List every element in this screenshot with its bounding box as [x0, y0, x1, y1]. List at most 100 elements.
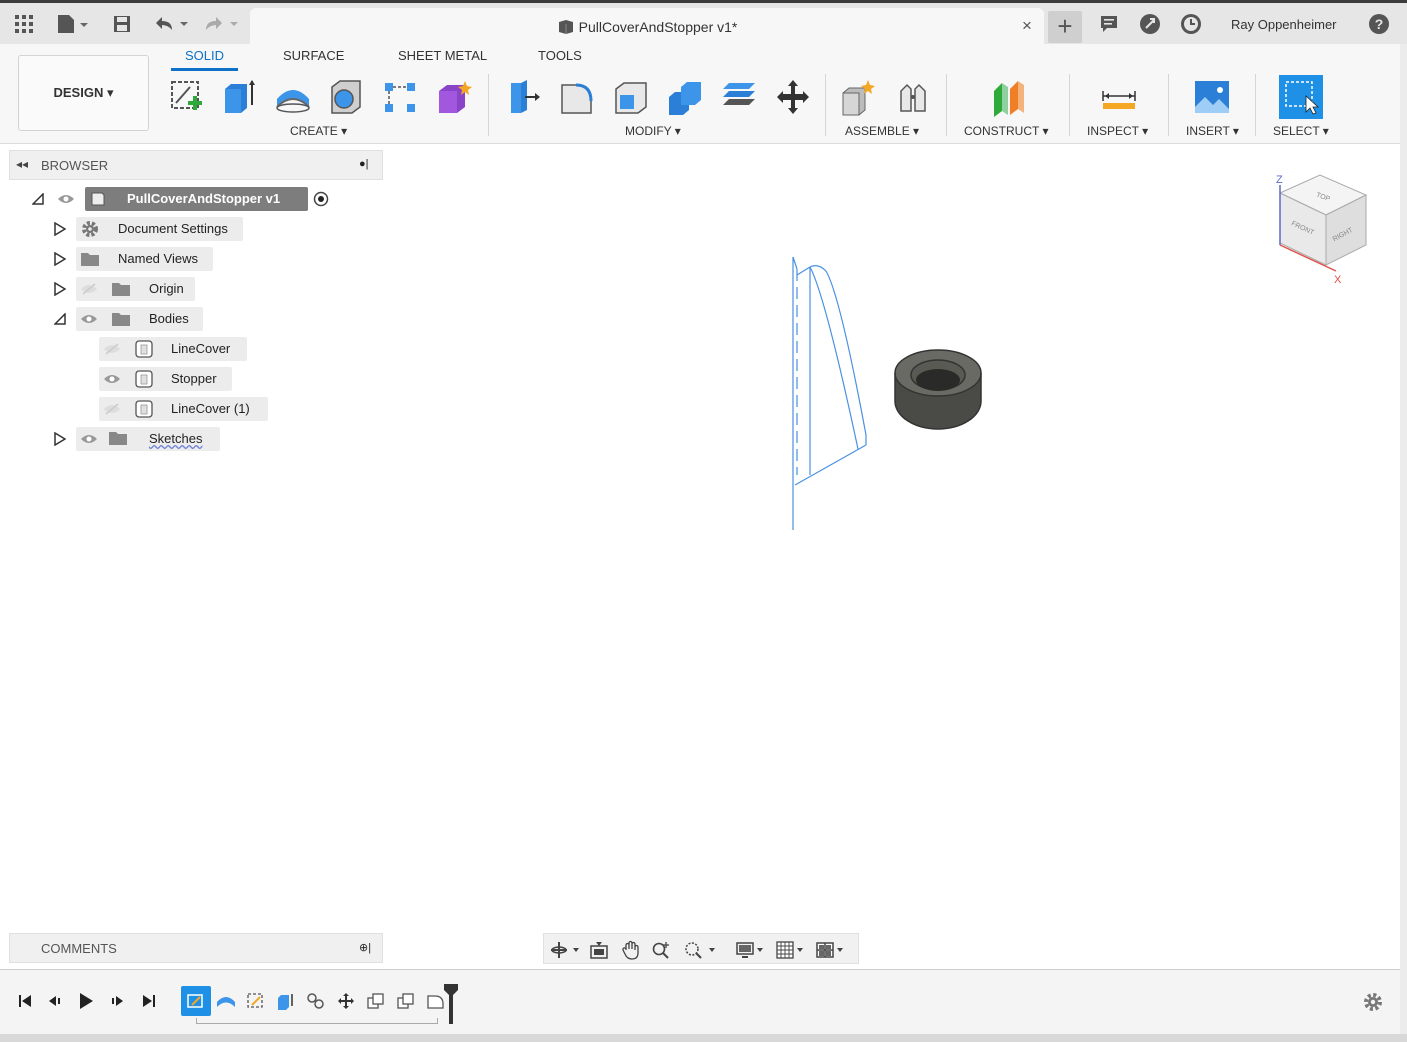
create-menu[interactable]: CREATE ▾ — [290, 124, 347, 138]
add-comment-icon[interactable]: ⊕| — [359, 941, 371, 954]
visibility-eye-icon[interactable] — [102, 370, 122, 388]
document-title-text: PullCoverAndStopper v1* — [578, 19, 738, 35]
look-at-icon[interactable] — [588, 939, 610, 961]
inspect-menu[interactable]: INSPECT ▾ — [1087, 124, 1148, 138]
new-tab-button[interactable]: + — [1048, 11, 1082, 43]
comments-title: COMMENTS — [41, 941, 117, 956]
timeline-settings-gear-icon[interactable] — [1361, 990, 1385, 1014]
close-tab-icon[interactable]: × — [1016, 15, 1038, 37]
tab-sheet-metal[interactable]: SHEET METAL — [398, 48, 487, 63]
timeline-feature-sketch[interactable] — [245, 990, 267, 1012]
browser-panel-header[interactable]: ◂◂ BROWSER ●| — [9, 150, 383, 180]
expanded-arrow-icon[interactable] — [53, 311, 67, 327]
expanded-arrow-icon[interactable] — [31, 191, 45, 207]
timeline-feature-extrude[interactable] — [275, 990, 297, 1012]
modify-menu[interactable]: MODIFY ▾ — [625, 124, 681, 138]
combine-icon[interactable] — [662, 74, 708, 120]
construct-menu[interactable]: CONSTRUCT ▾ — [964, 124, 1048, 138]
workspace-design-button[interactable]: DESIGN ▾ — [18, 55, 149, 131]
orbit-icon[interactable] — [548, 939, 582, 961]
timeline-feature-revolve[interactable] — [215, 990, 237, 1012]
extrude-icon[interactable] — [216, 74, 262, 120]
collapsed-arrow-icon[interactable] — [53, 431, 67, 447]
timeline-marker[interactable] — [444, 984, 458, 1024]
revolve-icon[interactable] — [270, 74, 316, 120]
insert-menu[interactable]: INSERT ▾ — [1186, 124, 1239, 138]
divider — [1255, 74, 1256, 136]
job-status-icon[interactable] — [1138, 12, 1162, 36]
view-cube: Z X TOP FRONT RIGHT — [1276, 174, 1368, 286]
zoom-icon[interactable] — [650, 939, 672, 961]
collapsed-arrow-icon[interactable] — [53, 281, 67, 297]
select-icon[interactable] — [1278, 74, 1324, 120]
user-account-name[interactable]: Ray Oppenheimer — [1231, 17, 1337, 32]
pattern-icon[interactable] — [377, 74, 423, 120]
clock-icon[interactable] — [1179, 12, 1203, 36]
redo-icon[interactable] — [200, 12, 244, 36]
display-settings-icon[interactable] — [734, 939, 768, 961]
tab-solid[interactable]: SOLID — [170, 48, 239, 71]
go-to-end-icon[interactable] — [139, 990, 159, 1012]
collapsed-arrow-icon[interactable] — [53, 251, 67, 267]
activate-radio-icon[interactable] — [311, 190, 331, 208]
timeline-feature-combine[interactable] — [365, 990, 387, 1012]
body-icon — [133, 369, 155, 389]
toolbar-ribbon: SOLID SURFACE SHEET METAL TOOLS DESIGN ▾… — [0, 44, 1407, 144]
step-forward-icon[interactable] — [107, 990, 127, 1012]
move-copy-icon[interactable] — [770, 74, 816, 120]
create-sketch-icon[interactable] — [163, 74, 209, 120]
divider — [1168, 74, 1169, 136]
assemble-menu[interactable]: ASSEMBLE ▾ — [845, 124, 919, 138]
tree-label-stopper: Stopper — [171, 371, 217, 386]
tab-surface[interactable]: SURFACE — [283, 48, 344, 63]
notifications-icon[interactable] — [1097, 12, 1121, 36]
timeline-feature-move[interactable] — [335, 990, 357, 1012]
panel-pin-icon[interactable]: ●| — [359, 158, 369, 170]
body-icon — [133, 399, 155, 419]
tree-label-sketches: Sketches — [149, 431, 203, 446]
pan-hand-icon[interactable] — [620, 939, 642, 961]
undo-icon[interactable] — [150, 12, 194, 36]
hidden-eye-icon[interactable] — [79, 280, 99, 298]
timeline-feature-sketch-selected[interactable] — [181, 986, 211, 1016]
viewports-icon[interactable] — [814, 939, 848, 961]
offset-plane-icon[interactable] — [985, 74, 1031, 120]
insert-image-icon[interactable] — [1189, 74, 1235, 120]
timeline-feature-joint[interactable] — [305, 990, 327, 1012]
tree-label-named-views: Named Views — [118, 251, 198, 266]
select-menu[interactable]: SELECT ▾ — [1273, 124, 1329, 138]
document-tab[interactable]: PullCoverAndStopper v1* × — [250, 8, 1044, 47]
divider — [825, 74, 826, 136]
visibility-eye-icon[interactable] — [79, 430, 99, 448]
help-icon[interactable]: ? — [1367, 12, 1391, 36]
offset-face-icon[interactable] — [716, 74, 762, 120]
joint-icon[interactable] — [890, 74, 936, 120]
create-form-icon[interactable] — [431, 74, 477, 120]
document-title: PullCoverAndStopper v1* — [250, 19, 1044, 38]
visibility-eye-icon[interactable] — [56, 190, 76, 208]
viewcube-axis-x: X — [1334, 274, 1342, 286]
hidden-eye-icon[interactable] — [102, 400, 122, 418]
window-right-edge — [1400, 44, 1407, 1034]
press-pull-icon[interactable] — [500, 74, 546, 120]
fillet-icon[interactable] — [554, 74, 600, 120]
hidden-eye-icon[interactable] — [102, 340, 122, 358]
measure-icon[interactable] — [1096, 74, 1142, 120]
collapse-panel-icon[interactable]: ◂◂ — [16, 157, 28, 171]
hole-icon[interactable] — [323, 74, 369, 120]
apps-grid-icon[interactable] — [12, 12, 36, 36]
go-to-start-icon[interactable] — [15, 990, 35, 1012]
file-menu-icon[interactable] — [54, 12, 92, 36]
collapsed-arrow-icon[interactable] — [53, 221, 67, 237]
visibility-eye-icon[interactable] — [79, 310, 99, 328]
step-back-icon[interactable] — [45, 990, 65, 1012]
new-component-icon[interactable] — [836, 74, 882, 120]
fit-window-icon[interactable] — [682, 939, 718, 961]
timeline-feature-combine-2[interactable] — [395, 990, 417, 1012]
shell-icon[interactable] — [608, 74, 654, 120]
save-icon[interactable] — [110, 12, 134, 36]
play-icon[interactable] — [76, 990, 96, 1012]
grid-settings-icon[interactable] — [774, 939, 808, 961]
comments-panel-header[interactable]: COMMENTS ⊕| — [9, 933, 383, 963]
tab-tools[interactable]: TOOLS — [538, 48, 582, 63]
